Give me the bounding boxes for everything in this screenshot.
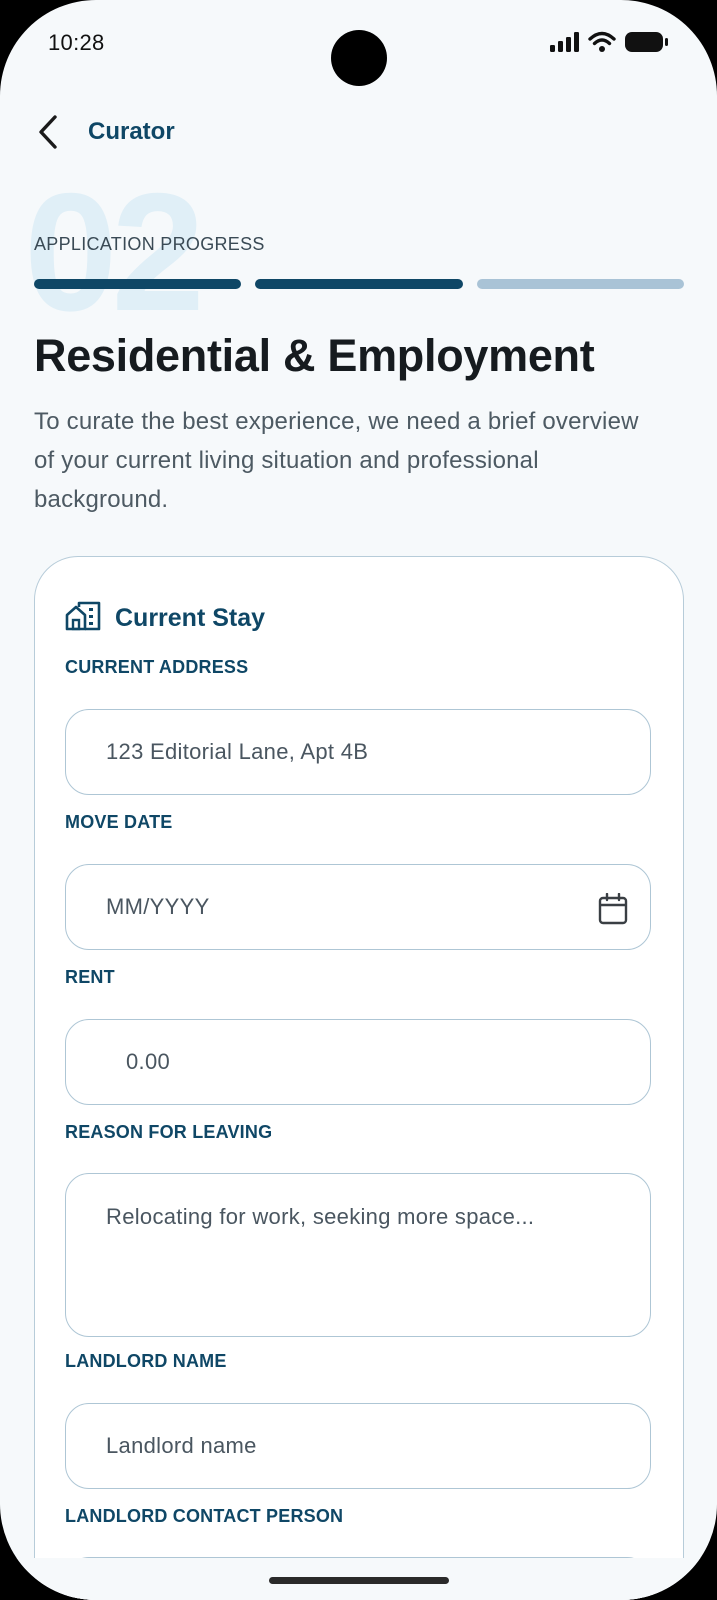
current-address-label: CURRENT ADDRESS [65,657,249,677]
status-time: 10:28 [48,30,105,55]
reason-for-leaving-textarea[interactable]: Relocating for work, seeking more space.… [65,1173,651,1337]
calendar-icon[interactable] [598,892,628,931]
landlord-name-input[interactable]: Landlord name [65,1403,651,1489]
rent-input[interactable]: 0.00 [65,1019,651,1105]
page-description: To curate the best experience, we need a… [34,408,639,513]
home-indicator[interactable] [269,1577,449,1584]
landlord-name-placeholder: Landlord name [106,1433,257,1458]
rent-placeholder: 0.00 [126,1049,171,1074]
screen: 10:28 Curator 02 APPLICATION PROGRESS Re… [0,0,717,1600]
move-date-placeholder: MM/YYYY [106,894,210,919]
rent-label: RENT [65,967,115,987]
app-title: Curator [88,118,175,145]
current-stay-card: Current Stay CURRENT ADDRESS 123 Editori… [34,556,684,1600]
current-address-input[interactable]: 123 Editorial Lane, Apt 4B [65,709,651,795]
card-heading: Current Stay [65,601,265,636]
progress-step-3 [476,279,684,289]
current-address-placeholder: 123 Editorial Lane, Apt 4B [106,739,369,764]
back-button[interactable] [28,110,68,158]
progress-step-2 [255,279,463,289]
signal-icon [549,31,579,57]
progress-step-1 [34,279,242,289]
camera-cutout [331,30,387,86]
progress-bar [34,279,684,289]
wifi-icon [588,31,616,58]
landlord-contact-label: LANDLORD CONTACT PERSON [65,1506,344,1526]
landlord-name-label: LANDLORD NAME [65,1351,227,1371]
reason-for-leaving-label: REASON FOR LEAVING [65,1122,273,1142]
card-heading-text: Current Stay [115,604,266,632]
building-icon [65,601,101,636]
progress-label: APPLICATION PROGRESS [34,234,265,254]
chevron-left-icon [37,114,59,155]
move-date-label: MOVE DATE [65,812,173,832]
reason-for-leaving-placeholder: Relocating for work, seeking more space.… [106,1204,535,1229]
move-date-input[interactable]: MM/YYYY [65,864,651,950]
status-icons [549,31,669,58]
device-frame: 10:28 Curator 02 APPLICATION PROGRESS Re… [0,0,717,1600]
page-title: Residential & Employment [34,330,595,381]
battery-icon [625,31,669,58]
